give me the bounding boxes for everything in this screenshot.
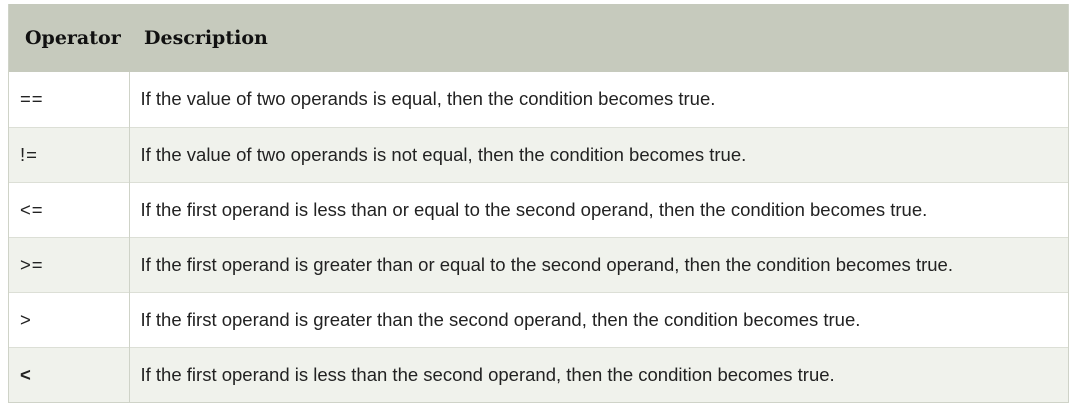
table-body: == If the value of two operands is equal… [9,72,1068,402]
operator-cell: > [9,291,130,347]
table-row: <= If the first operand is less than or … [9,181,1068,237]
description-cell: If the first operand is less than or equ… [129,181,1068,237]
operator-cell: >= [9,236,130,292]
description-cell: If the value of two operands is not equa… [129,126,1068,182]
operators-table: Operator Description == If the value of … [9,4,1068,402]
operator-cell: == [9,72,130,127]
description-cell: If the value of two operands is equal, t… [140,88,716,110]
operator-cell: < [9,346,130,402]
operator-cell: <= [9,181,130,237]
description-cell: If the first operand is less than the se… [129,346,1068,402]
table-row: < If the first operand is less than the … [9,346,1068,402]
table-row: == If the value of two operands is equal… [9,72,1068,127]
header-row: Operator Description [9,4,1068,72]
table-row: >= If the first operand is greater than … [9,236,1068,292]
operator-column-header: Operator [25,27,121,49]
operator-cell: != [9,126,130,182]
table-row: != If the value of two operands is not e… [9,126,1068,182]
description-cell: If the first operand is greater than or … [129,236,1068,292]
description-cell: If the first operand is greater than the… [129,291,1068,347]
table-row: > If the first operand is greater than t… [9,291,1068,347]
operators-table-container: Operator Description == If the value of … [8,4,1069,403]
description-column-header: Description [144,27,268,49]
table-header: Operator Description [9,4,1068,72]
